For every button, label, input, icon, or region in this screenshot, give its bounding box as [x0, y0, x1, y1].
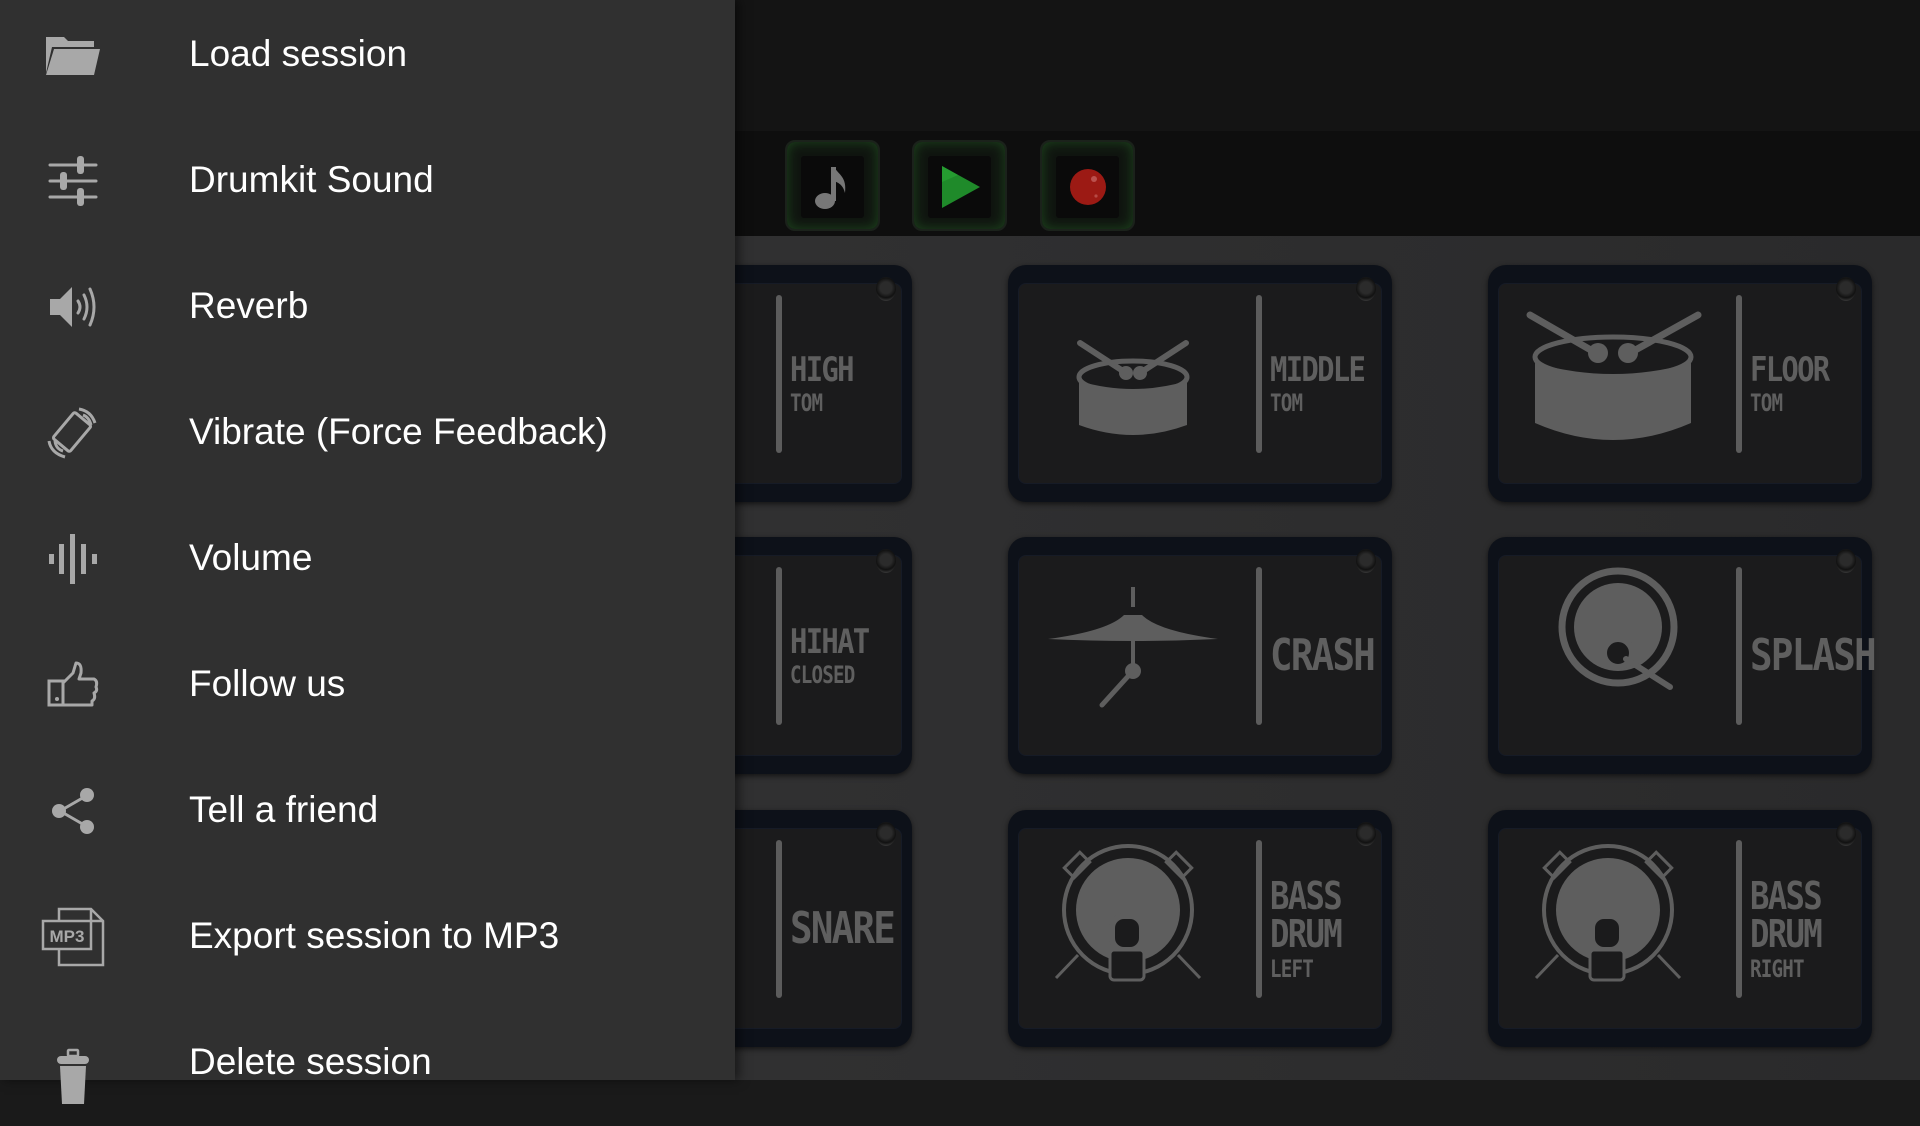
pad-label: BASS DRUM LEFT — [1270, 873, 1343, 983]
record-icon — [1069, 169, 1106, 205]
play-button[interactable] — [912, 140, 1007, 231]
play-icon — [941, 166, 980, 208]
pad-splash[interactable]: SPLASH — [1488, 537, 1877, 774]
pad-label: MIDDLE TOM — [1270, 349, 1366, 417]
bass-drum-icon — [1534, 844, 1682, 982]
mp3-file-icon: MP3 — [40, 904, 106, 970]
menu-item-label: Volume — [189, 537, 313, 579]
menu-item-label: Drumkit Sound — [189, 159, 434, 201]
trash-icon — [40, 1043, 106, 1109]
music-note-icon — [814, 167, 845, 209]
menu-item-tell-a-friend[interactable]: Tell a friend — [0, 748, 735, 874]
pad-crash[interactable]: CRASH — [1008, 537, 1392, 774]
pad-label: CRASH — [1270, 629, 1376, 681]
pad-floor-tom[interactable]: FLOOR TOM — [1488, 265, 1872, 502]
vibrate-icon — [40, 400, 106, 466]
pad-label: SNARE — [790, 902, 896, 954]
tom-drum-icon — [1076, 340, 1190, 435]
pad-bass-drum-left[interactable]: BASS DRUM LEFT — [1008, 810, 1392, 1047]
menu-item-follow-us[interactable]: Follow us — [0, 622, 735, 748]
pad-label: SPLASH — [1750, 629, 1877, 681]
music-note-button[interactable] — [785, 140, 880, 231]
pad-label: BASS DRUM RIGHT — [1750, 873, 1823, 983]
menu-item-export-mp3[interactable]: MP3 Export session to MP3 — [0, 874, 735, 1000]
menu-item-label: Export session to MP3 — [189, 915, 560, 957]
menu-item-reverb[interactable]: Reverb — [0, 244, 735, 370]
menu-item-label: Follow us — [189, 663, 346, 705]
menu-item-label: Load session — [189, 33, 408, 75]
sliders-icon — [40, 148, 106, 214]
menu-item-label: Delete session — [189, 1041, 432, 1083]
pad-bass-drum-right[interactable]: BASS DRUM RIGHT — [1488, 810, 1872, 1047]
bass-drum-icon — [1054, 844, 1202, 982]
menu-item-delete-session[interactable]: Delete session — [0, 1000, 735, 1126]
svg-text:MP3: MP3 — [50, 927, 85, 946]
pad-label: FLOOR TOM — [1750, 349, 1830, 417]
folder-icon — [40, 22, 106, 88]
record-button[interactable] — [1040, 140, 1135, 231]
speaker-icon — [40, 274, 106, 340]
cymbal-icon — [1048, 587, 1218, 708]
menu-item-volume[interactable]: Volume — [0, 496, 735, 622]
share-icon — [40, 778, 106, 844]
menu-item-drumkit-sound[interactable]: Drumkit Sound — [0, 118, 735, 244]
pad-label: HIGH TOM — [790, 349, 855, 417]
menu-item-label: Reverb — [189, 285, 309, 327]
menu-item-load-session[interactable]: Load session — [0, 0, 735, 118]
menu-item-label: Tell a friend — [189, 789, 379, 831]
menu-item-label: Vibrate (Force Feedback) — [189, 411, 608, 453]
pad-middle-tom[interactable]: MIDDLE TOM — [1008, 265, 1392, 502]
menu-item-vibrate[interactable]: Vibrate (Force Feedback) — [0, 370, 735, 496]
pad-label: HIHAT CLOSED — [790, 621, 870, 689]
splash-drum-icon — [1558, 567, 1678, 690]
sound-wave-icon — [40, 526, 106, 592]
floor-tom-icon — [1526, 311, 1702, 440]
thumbs-up-icon — [40, 652, 106, 718]
navigation-drawer: Load session Drumkit Sound Reverb Vibrat… — [0, 0, 735, 1104]
